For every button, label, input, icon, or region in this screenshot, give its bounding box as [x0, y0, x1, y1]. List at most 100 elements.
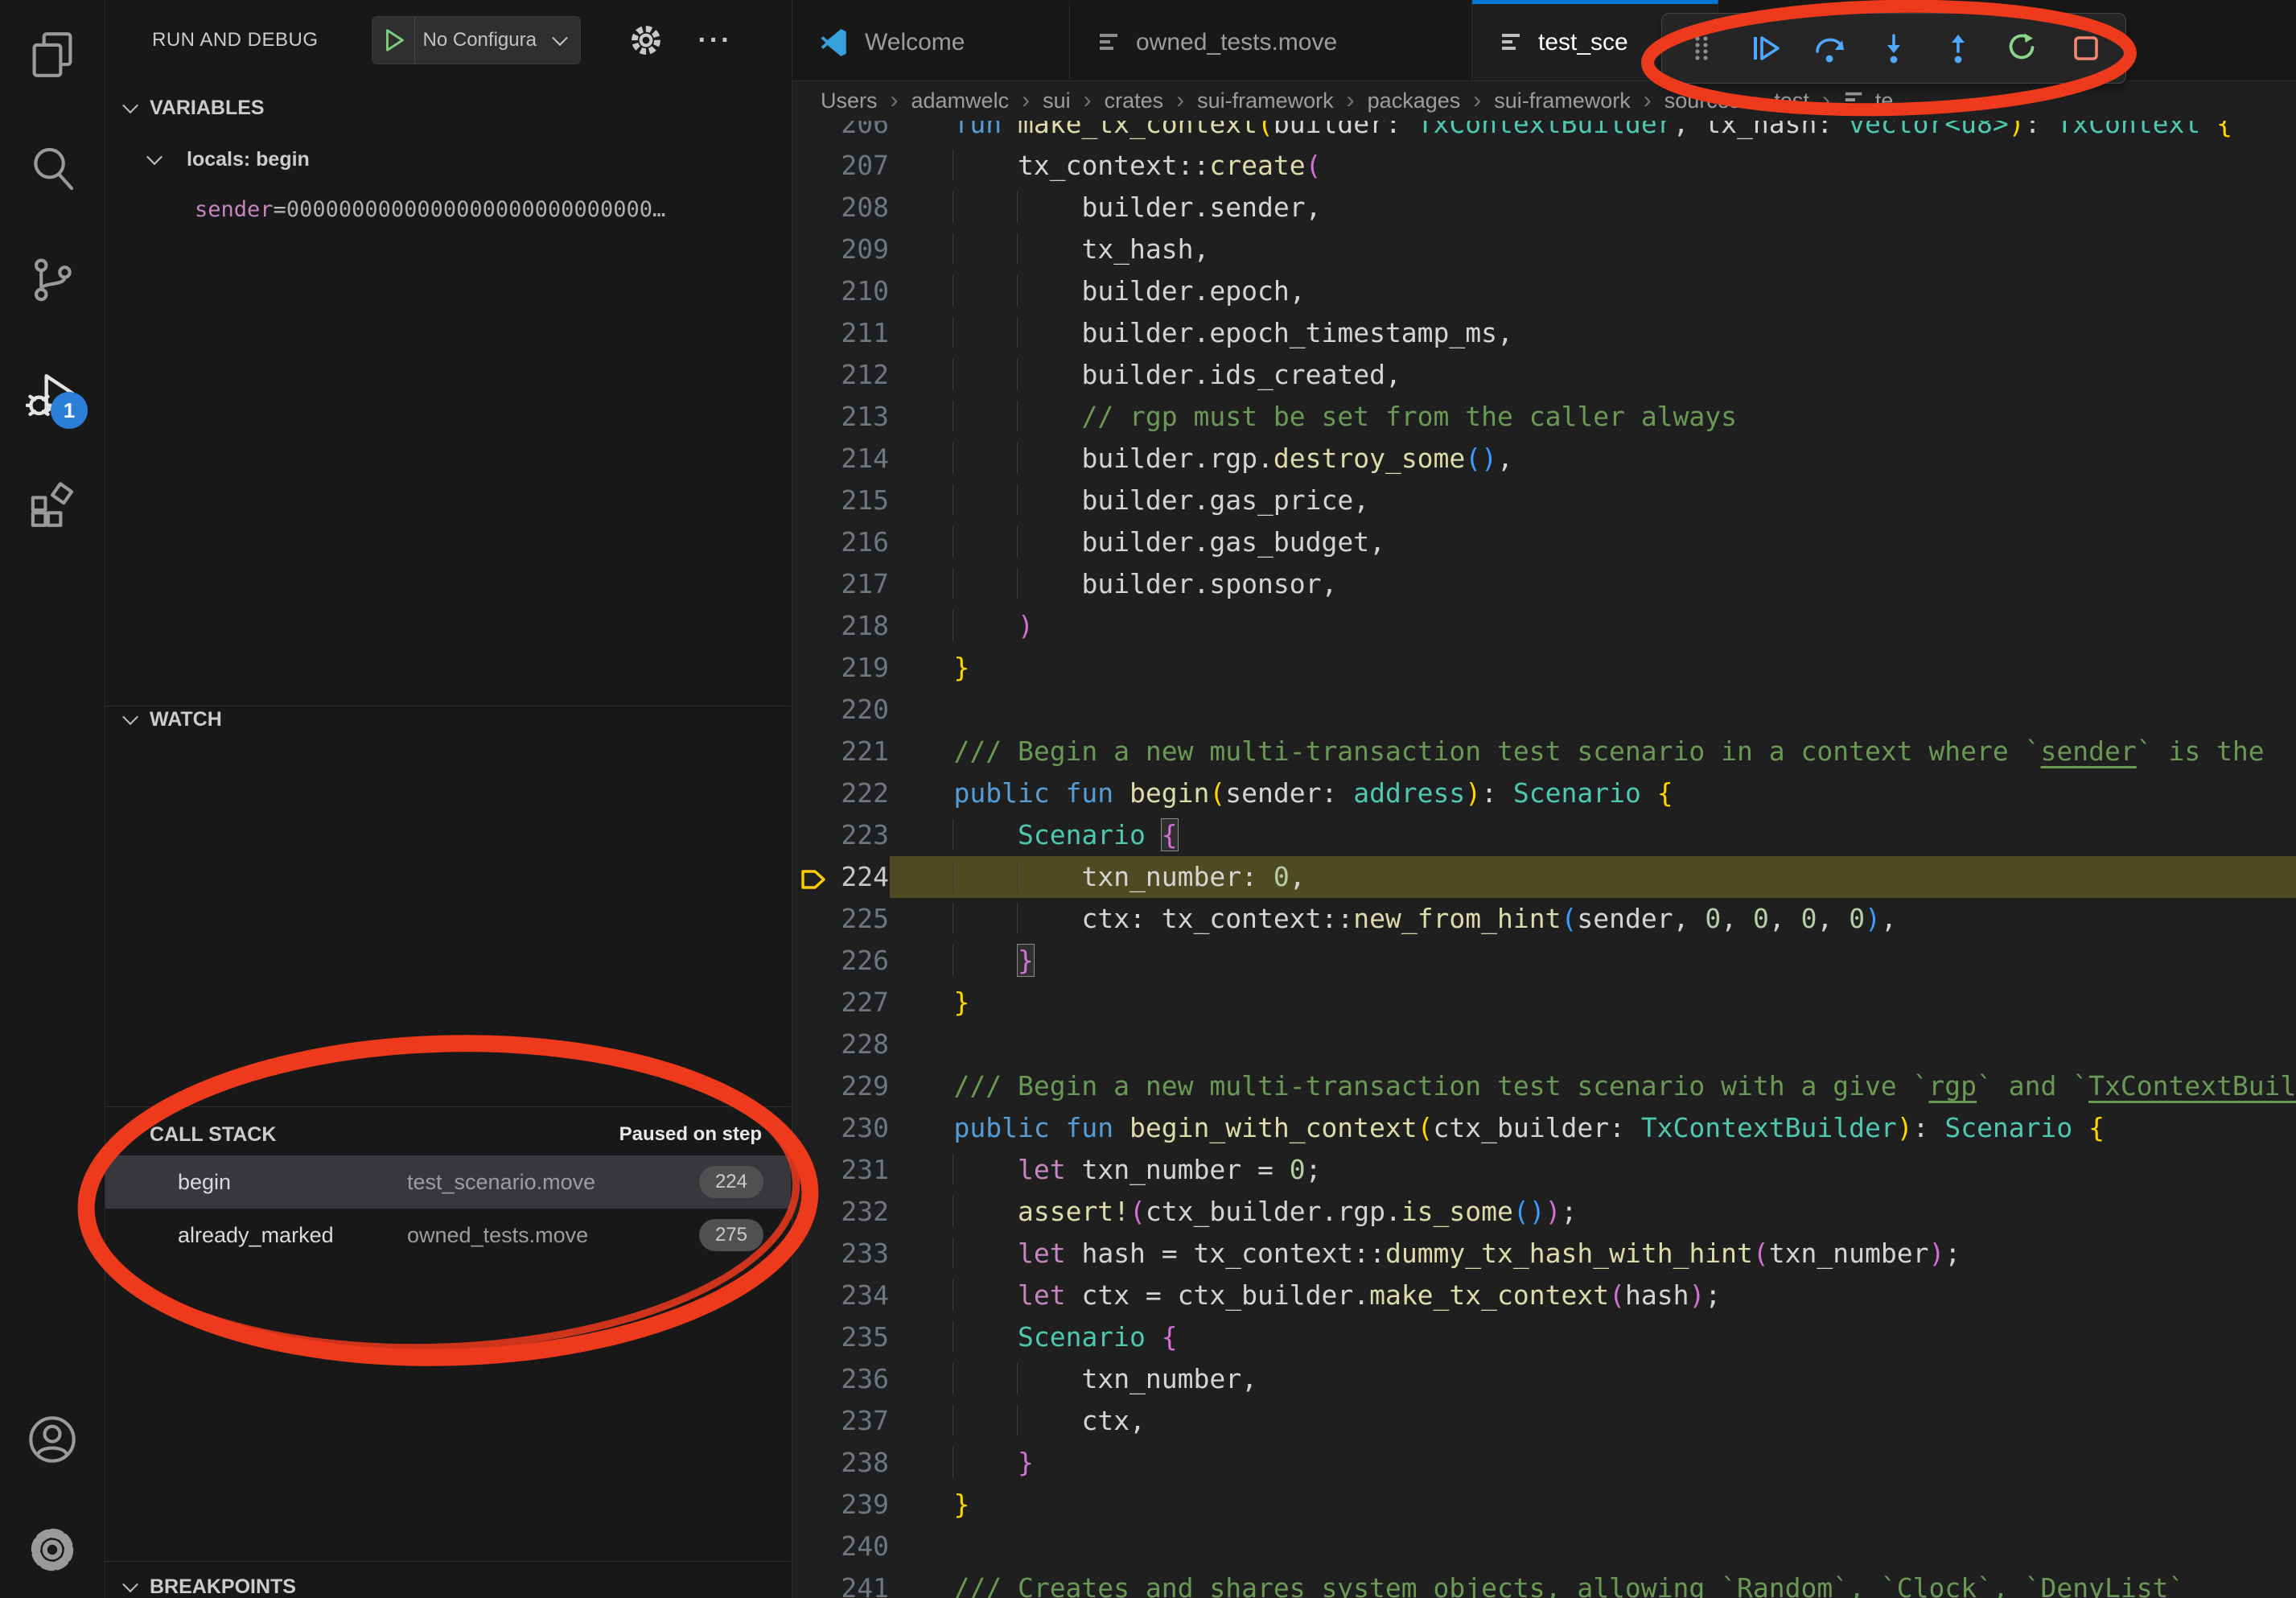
breadcrumb-item[interactable]: Users	[821, 89, 878, 113]
code-line[interactable]: 230 public fun begin_with_context(ctx_bu…	[792, 1107, 2296, 1149]
code-line[interactable]: 229 /// Begin a new multi-transaction te…	[792, 1065, 2296, 1107]
line-number[interactable]: 216	[792, 521, 889, 563]
call-stack-section-header[interactable]: CALL STACK Paused on step	[105, 1112, 791, 1157]
code-line[interactable]: 207 tx_context::create(	[792, 145, 2296, 187]
code-line[interactable]: 216 builder.gas_budget,	[792, 521, 2296, 563]
line-number[interactable]: 215	[792, 480, 889, 521]
line-number[interactable]: 222	[792, 772, 889, 814]
code-line[interactable]: 219 }	[792, 647, 2296, 689]
line-number[interactable]: 211	[792, 312, 889, 354]
line-number[interactable]: 221	[792, 731, 889, 772]
line-number[interactable]: 213	[792, 396, 889, 438]
code-line[interactable]: 232 assert!(ctx_builder.rgp.is_some());	[792, 1191, 2296, 1233]
line-number[interactable]: 210	[792, 270, 889, 312]
line-number[interactable]: 212	[792, 354, 889, 396]
step-out-button[interactable]	[1933, 22, 1983, 75]
code-line[interactable]: 212 builder.ids_created,	[792, 354, 2296, 396]
line-number[interactable]: 223	[792, 814, 889, 856]
breadcrumb-item[interactable]: sources	[1664, 89, 1741, 113]
run-and-debug-icon[interactable]: 1	[23, 366, 81, 424]
breadcrumb-item[interactable]: sui-framework	[1494, 89, 1631, 113]
code-line[interactable]: 217 builder.sponsor,	[792, 563, 2296, 605]
line-number[interactable]: 206	[792, 121, 889, 145]
line-number[interactable]: 241	[792, 1567, 889, 1598]
code-line[interactable]: 241 /// Creates and shares system object…	[792, 1567, 2296, 1598]
extensions-icon[interactable]	[23, 476, 81, 533]
account-icon[interactable]	[23, 1411, 81, 1468]
code-line[interactable]: 224 txn_number: 0,	[792, 856, 2296, 898]
code-line[interactable]: 220	[792, 689, 2296, 731]
start-debugging-icon[interactable]	[372, 17, 415, 64]
code-line[interactable]: 222 public fun begin(sender: address): S…	[792, 772, 2296, 814]
code-line[interactable]: 233 let hash = tx_context::dummy_tx_hash…	[792, 1233, 2296, 1275]
code-line[interactable]: 215 builder.gas_price,	[792, 480, 2296, 521]
code-line[interactable]: 211 builder.epoch_timestamp_ms,	[792, 312, 2296, 354]
breadcrumb-item[interactable]: sui-framework	[1197, 89, 1334, 113]
code-line[interactable]: 218 )	[792, 605, 2296, 647]
explorer-icon[interactable]	[23, 26, 81, 84]
gear-icon[interactable]	[627, 22, 665, 59]
line-number[interactable]: 217	[792, 563, 889, 605]
continue-button[interactable]	[1741, 22, 1791, 75]
breakpoints-section-header[interactable]: BREAKPOINTS	[105, 1564, 791, 1598]
line-number[interactable]: 214	[792, 438, 889, 480]
code-line[interactable]: 231 let txn_number = 0;	[792, 1149, 2296, 1191]
code-line[interactable]: 221 /// Begin a new multi-transaction te…	[792, 731, 2296, 772]
settings-gear-icon[interactable]	[23, 1521, 81, 1579]
restart-button[interactable]	[1998, 22, 2047, 75]
code-line[interactable]: 223 Scenario {	[792, 814, 2296, 856]
line-number[interactable]: 229	[792, 1065, 889, 1107]
stop-button[interactable]	[2061, 22, 2111, 75]
debug-configuration-dropdown[interactable]: No Configura	[372, 16, 581, 64]
line-number[interactable]: 225	[792, 898, 889, 940]
line-number[interactable]: 208	[792, 187, 889, 229]
variable-row[interactable]: sender = 0000000000000000000000000000…	[105, 187, 791, 232]
line-number[interactable]: 230	[792, 1107, 889, 1149]
code-line[interactable]: 208 builder.sender,	[792, 187, 2296, 229]
breadcrumb-item[interactable]: adamwelc	[911, 89, 1010, 113]
breadcrumb-file[interactable]: te	[1843, 89, 1894, 113]
line-number[interactable]: 232	[792, 1191, 889, 1233]
breadcrumb-item[interactable]: packages	[1368, 89, 1461, 113]
code-line[interactable]: 226 }	[792, 940, 2296, 982]
code-line[interactable]: 214 builder.rgp.destroy_some(),	[792, 438, 2296, 480]
code-line[interactable]: 228	[792, 1023, 2296, 1065]
line-number[interactable]: 218	[792, 605, 889, 647]
breadcrumb-item[interactable]: crates	[1105, 89, 1164, 113]
code-line[interactable]: 239 }	[792, 1484, 2296, 1526]
line-number[interactable]: 237	[792, 1400, 889, 1442]
locals-scope-row[interactable]: locals: begin	[105, 137, 791, 182]
line-number[interactable]: 233	[792, 1233, 889, 1275]
line-number[interactable]: 236	[792, 1358, 889, 1400]
breadcrumb-item[interactable]: test	[1774, 89, 1809, 113]
code-line[interactable]: 234 let ctx = ctx_builder.make_tx_contex…	[792, 1275, 2296, 1316]
more-actions-icon[interactable]: ···	[698, 25, 733, 56]
breadcrumb-item[interactable]: sui	[1043, 89, 1071, 113]
drag-handle[interactable]	[1677, 22, 1726, 75]
call-stack-frame[interactable]: begin test_scenario.move 224	[105, 1155, 791, 1209]
code-line[interactable]: 236 txn_number,	[792, 1358, 2296, 1400]
search-icon[interactable]	[23, 140, 81, 198]
line-number[interactable]: 207	[792, 145, 889, 187]
variables-section-header[interactable]: VARIABLES	[105, 85, 791, 130]
line-number[interactable]: 231	[792, 1149, 889, 1191]
step-over-button[interactable]	[1804, 22, 1854, 75]
line-number[interactable]: 234	[792, 1275, 889, 1316]
line-number[interactable]: 235	[792, 1316, 889, 1358]
code-line[interactable]: 225 ctx: tx_context::new_from_hint(sende…	[792, 898, 2296, 940]
watch-section-header[interactable]: WATCH	[105, 697, 791, 742]
tab-owned-tests[interactable]: owned_tests.move	[1070, 0, 1472, 80]
step-into-button[interactable]	[1869, 22, 1919, 75]
line-number[interactable]: 238	[792, 1442, 889, 1484]
line-number[interactable]: 228	[792, 1023, 889, 1065]
code-line[interactable]: 238 }	[792, 1442, 2296, 1484]
code-line[interactable]: 227 }	[792, 982, 2296, 1023]
call-stack-frame[interactable]: already_marked owned_tests.move 275	[105, 1209, 791, 1262]
source-control-icon[interactable]	[23, 250, 81, 308]
line-number[interactable]: 226	[792, 940, 889, 982]
code-line[interactable]: 209 tx_hash,	[792, 229, 2296, 270]
line-number[interactable]: 209	[792, 229, 889, 270]
code-line[interactable]: 240	[792, 1526, 2296, 1567]
code-line[interactable]: 210 builder.epoch,	[792, 270, 2296, 312]
line-number[interactable]: 219	[792, 647, 889, 689]
